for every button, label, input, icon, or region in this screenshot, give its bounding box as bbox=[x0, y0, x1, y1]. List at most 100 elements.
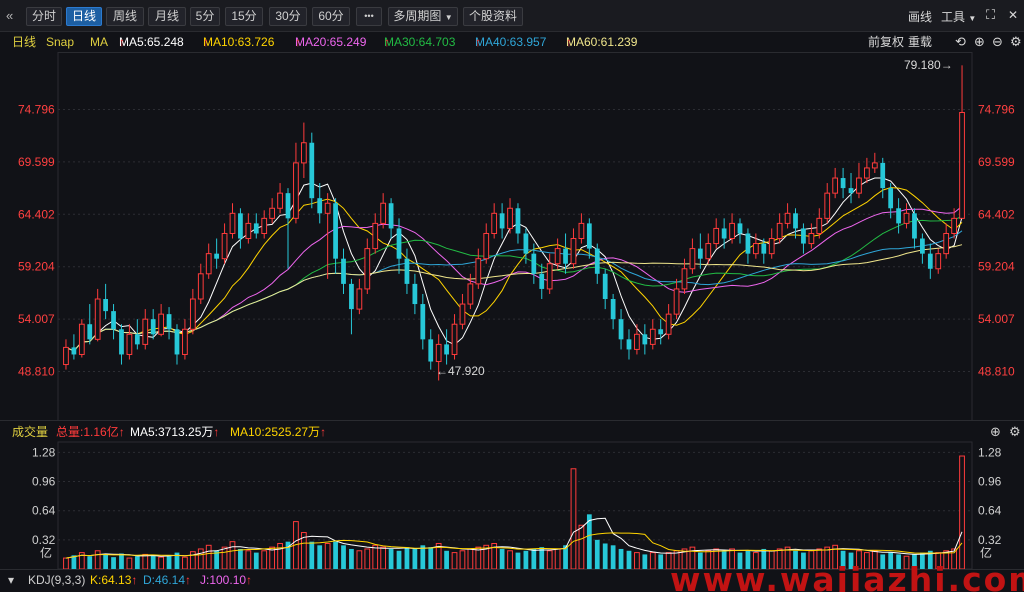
tab-60min[interactable]: 60分 bbox=[312, 7, 350, 26]
candle-body bbox=[166, 314, 172, 330]
ma-label[interactable]: MA bbox=[90, 32, 108, 52]
candle bbox=[483, 223, 490, 264]
candle-body bbox=[341, 258, 346, 284]
candle bbox=[317, 183, 323, 224]
candle bbox=[888, 183, 894, 219]
candle-body bbox=[681, 268, 688, 290]
volume-bar bbox=[229, 541, 236, 570]
volume-bar bbox=[649, 552, 656, 570]
tab-15min[interactable]: 15分 bbox=[225, 7, 263, 26]
candle bbox=[459, 293, 466, 330]
candle-body bbox=[174, 329, 180, 355]
fullscreen-icon[interactable]: ⛶ bbox=[986, 7, 995, 23]
volume-bar bbox=[166, 556, 172, 569]
candle bbox=[364, 238, 371, 294]
undo-icon[interactable]: ⟲ bbox=[955, 32, 966, 52]
candle bbox=[793, 208, 798, 239]
candle bbox=[444, 329, 449, 365]
candle bbox=[848, 172, 854, 204]
candle bbox=[697, 233, 703, 269]
tab-intraday[interactable]: 分时 bbox=[26, 7, 62, 26]
back-icon[interactable]: « bbox=[6, 8, 13, 23]
zoom-out-icon[interactable]: ⊖ bbox=[992, 32, 1003, 52]
overlay-button[interactable]: 重载 bbox=[908, 32, 932, 52]
candle-body bbox=[126, 333, 133, 355]
volume-bar bbox=[94, 550, 101, 570]
volume-bar bbox=[959, 455, 965, 570]
tab-daily[interactable]: 日线 bbox=[66, 7, 102, 26]
candle-body bbox=[563, 248, 568, 264]
tab-30min[interactable]: 30分 bbox=[269, 7, 307, 26]
tab-weekly[interactable]: 周线 bbox=[106, 7, 144, 26]
candle bbox=[71, 334, 77, 360]
candle-body bbox=[761, 243, 767, 254]
candle bbox=[721, 218, 727, 249]
candle-body bbox=[380, 202, 387, 224]
draw-line-button[interactable]: 画线 bbox=[908, 8, 932, 25]
collapse-icon[interactable]: ▾ bbox=[8, 571, 14, 589]
volume-bar bbox=[317, 545, 323, 569]
candle-body bbox=[189, 298, 196, 330]
tab-monthly[interactable]: 月线 bbox=[148, 7, 186, 26]
volume-bar bbox=[253, 552, 259, 569]
candle-body bbox=[324, 202, 331, 214]
candle bbox=[515, 203, 521, 244]
kline-chart[interactable]: 74.796 74.796 69.599 69.599 64.402 64.402 59.2… bbox=[0, 52, 1024, 592]
candle bbox=[277, 183, 283, 214]
candle bbox=[507, 198, 513, 234]
candle-body bbox=[554, 248, 561, 265]
candle-body bbox=[713, 227, 720, 245]
candle bbox=[626, 329, 632, 360]
candle-body bbox=[285, 193, 291, 219]
tab-5min[interactable]: 5分 bbox=[190, 7, 220, 26]
price-tick-left: 54.007 bbox=[18, 312, 55, 326]
period-label: 日线 bbox=[12, 35, 37, 49]
snap-label[interactable]: Snap bbox=[46, 32, 74, 52]
volume-bar bbox=[531, 548, 537, 569]
kdj-label[interactable]: KDJ(9,3,3) bbox=[28, 571, 85, 589]
zoom-in-icon[interactable]: ⊕ bbox=[974, 32, 985, 52]
volume-zoom-in-icon[interactable]: ⊕ bbox=[990, 422, 1001, 441]
more-button[interactable]: ••• bbox=[356, 7, 382, 26]
candle-body bbox=[451, 323, 458, 355]
close-icon[interactable]: ✕ bbox=[1008, 8, 1018, 22]
adjust-button[interactable]: 前复权 bbox=[868, 32, 904, 52]
candle-body bbox=[531, 253, 537, 274]
candle-body bbox=[238, 213, 243, 239]
price-tick-left: 69.599 bbox=[18, 155, 55, 169]
candle-body bbox=[475, 258, 482, 285]
candle bbox=[221, 223, 228, 264]
candle-body bbox=[459, 303, 466, 325]
volume-bar bbox=[451, 552, 458, 570]
candle-body bbox=[658, 329, 664, 335]
candle bbox=[871, 152, 878, 173]
stock-info-button[interactable]: 个股资料 bbox=[463, 7, 523, 26]
volume-bar bbox=[642, 554, 648, 569]
candle bbox=[87, 304, 93, 345]
candle-body bbox=[665, 313, 672, 335]
volume-bar bbox=[444, 550, 449, 569]
settings-icon[interactable]: ⚙ bbox=[1010, 32, 1022, 52]
candle-body bbox=[150, 319, 156, 335]
high-price-annotation: 79.180→ bbox=[904, 58, 953, 72]
multi-period-dropdown[interactable]: 多周期图 ▼ bbox=[388, 7, 458, 26]
candle bbox=[610, 293, 616, 330]
candle-body bbox=[523, 233, 529, 254]
candle bbox=[78, 319, 85, 358]
candle-body bbox=[364, 248, 371, 290]
candle bbox=[111, 304, 116, 340]
candle bbox=[920, 233, 925, 264]
volume-tick-left: 0.96 bbox=[32, 475, 56, 489]
volume-settings-icon[interactable]: ⚙ bbox=[1009, 422, 1021, 441]
candle-body bbox=[349, 283, 354, 310]
candle-body bbox=[642, 334, 648, 345]
candle-body bbox=[317, 198, 323, 214]
candle-body bbox=[420, 304, 426, 340]
candle bbox=[880, 157, 886, 199]
candle-body bbox=[649, 328, 656, 345]
candle-body bbox=[63, 346, 69, 366]
tools-dropdown[interactable]: 工具 ▼ bbox=[941, 8, 976, 25]
candle-body bbox=[515, 208, 521, 234]
candle-body bbox=[752, 243, 759, 255]
candle bbox=[499, 203, 505, 239]
